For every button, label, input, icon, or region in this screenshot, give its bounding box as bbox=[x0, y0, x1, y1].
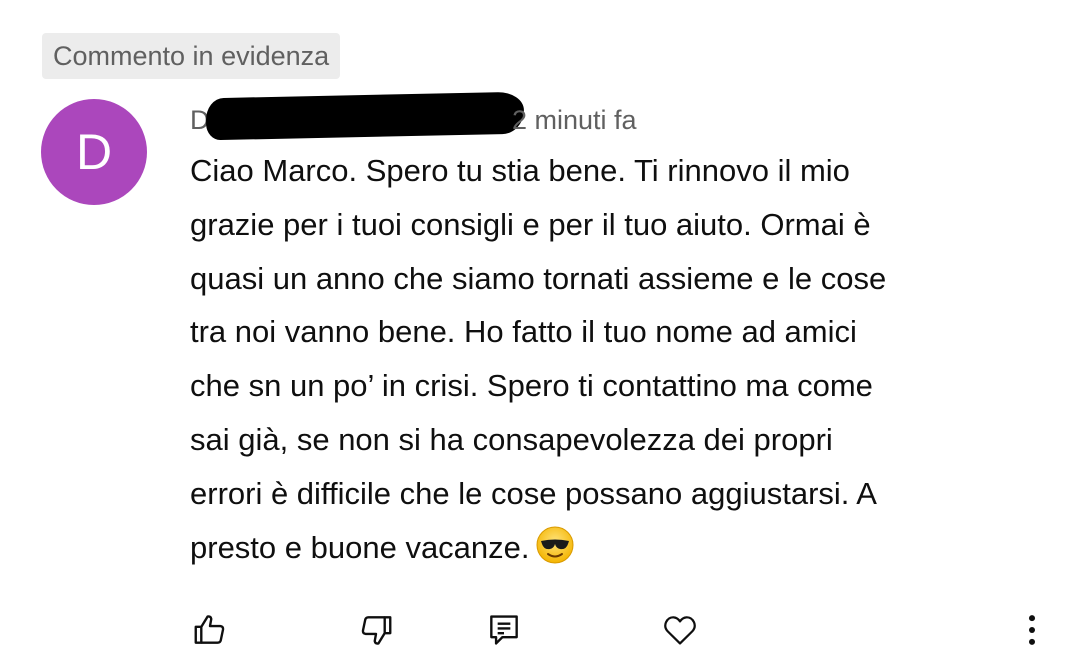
avatar[interactable]: D bbox=[41, 99, 147, 205]
pinned-comment-badge: Commento in evidenza bbox=[42, 33, 341, 79]
comment-line: presto e buone vacanze. bbox=[190, 529, 530, 565]
comment-line: errori è difficile che le cose possano a… bbox=[190, 475, 877, 511]
heart-button[interactable] bbox=[660, 610, 700, 650]
comment-line: tra noi vanno bene. Ho fatto il tuo nome… bbox=[190, 314, 857, 350]
like-button[interactable] bbox=[190, 610, 230, 650]
comment-line: che sn un po’ in crisi. Spero ti contatt… bbox=[190, 368, 873, 404]
comment-line: quasi un anno che siamo tornati assieme … bbox=[190, 260, 887, 296]
comment-actions bbox=[0, 600, 1080, 654]
redaction-scribble bbox=[205, 91, 525, 141]
comment-timestamp: 2 minuti fa bbox=[512, 105, 637, 135]
dislike-button[interactable] bbox=[356, 610, 396, 650]
comment-line: sai già, se non si ha consapevolezza dei… bbox=[190, 421, 833, 457]
thumb-down-icon bbox=[361, 616, 392, 645]
reply-comment-icon bbox=[490, 615, 518, 645]
more-options-button[interactable] bbox=[1012, 610, 1052, 650]
comment-header: D 2 minuti fa bbox=[190, 91, 750, 141]
comment-body: Ciao Marco. Spero tu stia bene. Ti rinno… bbox=[190, 144, 1040, 574]
more-vertical-icon bbox=[1028, 615, 1036, 645]
heart-icon bbox=[664, 616, 696, 645]
reply-button[interactable] bbox=[484, 610, 524, 650]
comment-line: grazie per i tuoi consigli e per il tuo … bbox=[190, 206, 871, 242]
sunglasses-emoji-icon bbox=[536, 526, 574, 564]
avatar-letter: D bbox=[75, 124, 113, 180]
comment-line: Ciao Marco. Spero tu stia bene. Ti rinno… bbox=[190, 153, 850, 188]
thumb-up-icon bbox=[194, 615, 225, 644]
